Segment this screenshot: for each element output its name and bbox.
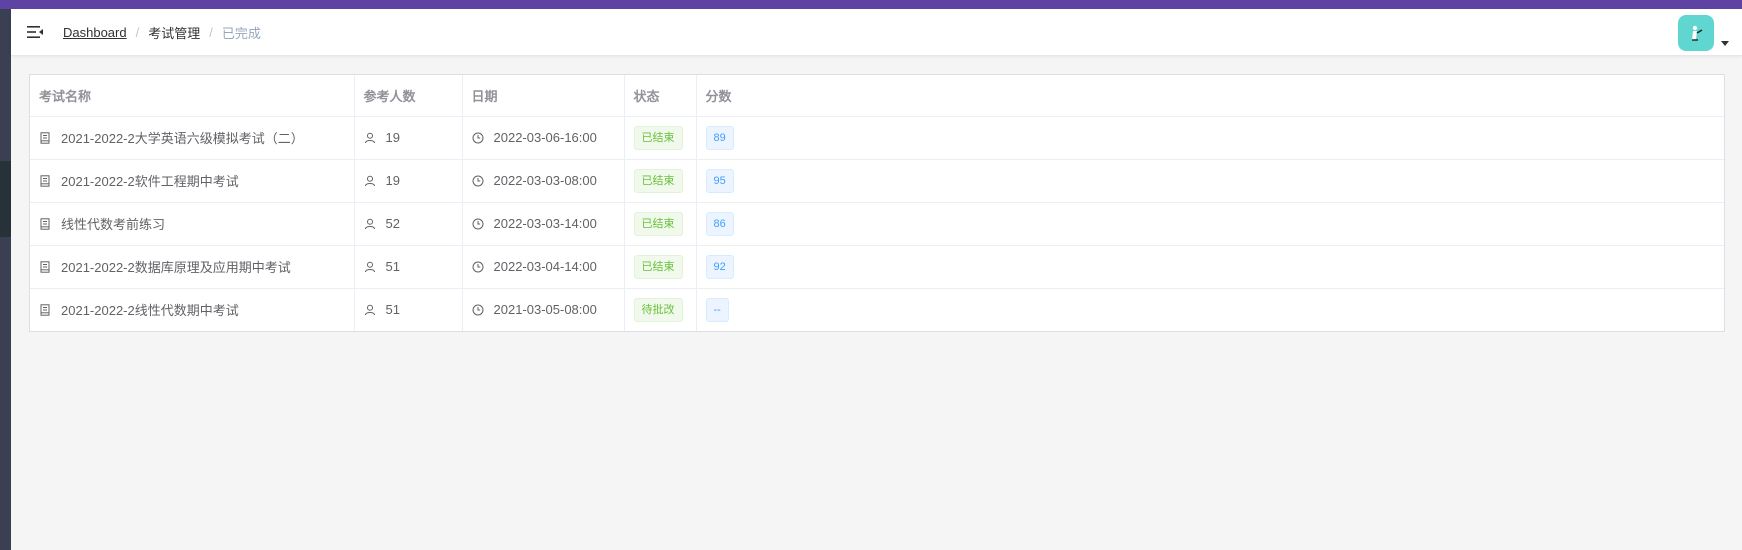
document-icon	[40, 131, 50, 144]
breadcrumb-separator: /	[209, 25, 213, 40]
exam-name: 2021-2022-2大学英语六级模拟考试（二）	[61, 131, 304, 146]
status-cell: 已结束	[624, 245, 697, 289]
navbar: Dashboard / 考试管理 / 已完成	[11, 9, 1742, 56]
status-cell: 待批改	[624, 288, 697, 331]
breadcrumb-current: 已完成	[221, 26, 261, 41]
column-header-status: 状态	[624, 75, 697, 117]
score-cell: 89	[696, 116, 1724, 160]
table-row[interactable]: 线性代数考前练习 52 2022-03-03-14:00 已结束 86	[30, 202, 1724, 246]
date-cell: 2022-03-03-14:00	[462, 202, 625, 246]
status-badge: 已结束	[633, 254, 683, 279]
sidebar-collapsed	[0, 9, 11, 550]
score-badge: --	[705, 297, 729, 322]
status-badge: 已结束	[633, 211, 683, 236]
document-icon	[40, 217, 50, 230]
exam-name-cell: 2021-2022-2大学英语六级模拟考试（二）	[30, 116, 355, 160]
document-icon	[40, 260, 50, 273]
user-icon	[364, 261, 375, 272]
exam-date: 2022-03-03-14:00	[493, 216, 597, 231]
status-cell: 已结束	[624, 116, 697, 160]
breadcrumb: Dashboard / 考试管理 / 已完成	[63, 23, 261, 42]
user-icon	[364, 304, 375, 315]
avatar[interactable]	[1678, 15, 1714, 51]
participants-cell: 51	[354, 288, 463, 331]
table-row[interactable]: 2021-2022-2软件工程期中考试 19 2022-03-03-08:00	[30, 159, 1724, 203]
column-header-date: 日期	[462, 75, 625, 117]
participants-count: 19	[385, 173, 400, 188]
exam-date: 2022-03-06-16:00	[493, 130, 597, 145]
score-badge: 89	[705, 125, 734, 150]
status-badge: 待批改	[633, 297, 683, 322]
table-row[interactable]: 2021-2022-2数据库原理及应用期中考试 51 2022-03-04-14…	[30, 245, 1724, 289]
breadcrumb-dashboard-link[interactable]: Dashboard	[63, 25, 127, 40]
document-icon	[40, 174, 50, 187]
table-row[interactable]: 2021-2022-2大学英语六级模拟考试（二） 19 2022-03-06-1…	[30, 116, 1724, 160]
score-badge: 92	[705, 254, 734, 279]
participants-cell: 19	[354, 116, 463, 160]
exam-table: 考试名称 参考人数 日期 状态 分数 2021-2022-2大学英语六级模拟考试…	[29, 74, 1725, 332]
breadcrumb-separator: /	[135, 25, 140, 40]
column-header-participants: 参考人数	[354, 75, 463, 117]
date-cell: 2021-03-05-08:00	[462, 288, 625, 331]
participants-count: 51	[385, 302, 400, 318]
status-badge: 已结束	[633, 125, 683, 150]
table-row[interactable]: 2021-2022-2线性代数期中考试 51 2021-03-05-08:00	[30, 288, 1724, 331]
exam-date: 2022-03-03-08:00	[493, 173, 597, 188]
status-cell: 已结束	[624, 202, 697, 246]
menu-toggle-icon[interactable]	[26, 23, 44, 41]
document-icon	[40, 304, 50, 316]
date-cell: 2022-03-06-16:00	[462, 116, 625, 160]
score-cell: --	[696, 288, 1724, 331]
date-cell: 2022-03-04-14:00	[462, 245, 625, 289]
participants-cell: 52	[354, 202, 463, 246]
participants-cell: 51	[354, 245, 463, 289]
participants-count: 19	[385, 130, 400, 145]
status-badge: 已结束	[633, 168, 683, 193]
column-header-score: 分数	[696, 75, 1724, 117]
participants-count: 51	[385, 259, 400, 274]
clock-icon	[472, 132, 483, 143]
exam-date: 2022-03-04-14:00	[493, 259, 597, 274]
exam-name-cell: 2021-2022-2软件工程期中考试	[30, 159, 355, 203]
exam-name: 2021-2022-2线性代数期中考试	[61, 303, 239, 319]
sidebar-active-marker	[0, 161, 11, 237]
clock-icon	[472, 261, 483, 272]
exam-name: 2021-2022-2数据库原理及应用期中考试	[61, 260, 291, 275]
avatar-figure-icon	[1692, 25, 1703, 41]
participants-count: 52	[385, 216, 400, 231]
table-header-row: 考试名称 参考人数 日期 状态 分数	[30, 75, 1724, 117]
exam-name-cell: 2021-2022-2数据库原理及应用期中考试	[30, 245, 355, 289]
exam-date: 2021-03-05-08:00	[493, 302, 597, 318]
main-content: Dashboard / 考试管理 / 已完成 考试名称 参考人数 日期 状态 分…	[11, 9, 1742, 550]
clock-icon	[472, 304, 483, 316]
top-accent-bar	[0, 0, 1742, 9]
user-icon	[364, 175, 375, 186]
exam-name-cell: 2021-2022-2线性代数期中考试	[30, 288, 355, 331]
exam-name: 2021-2022-2软件工程期中考试	[61, 174, 239, 189]
score-badge: 86	[705, 211, 734, 236]
breadcrumb-exam-management: 考试管理	[148, 26, 201, 41]
exam-name-cell: 线性代数考前练习	[30, 202, 355, 246]
chevron-down-icon[interactable]	[1721, 41, 1729, 46]
participants-cell: 19	[354, 159, 463, 203]
clock-icon	[472, 218, 483, 229]
clock-icon	[472, 175, 483, 186]
user-icon	[364, 218, 375, 229]
column-header-name: 考试名称	[30, 75, 355, 117]
score-cell: 95	[696, 159, 1724, 203]
date-cell: 2022-03-03-08:00	[462, 159, 625, 203]
user-menu[interactable]	[1678, 15, 1729, 51]
score-cell: 92	[696, 245, 1724, 289]
score-badge: 95	[705, 168, 734, 193]
status-cell: 已结束	[624, 159, 697, 203]
exam-name: 线性代数考前练习	[61, 217, 166, 232]
score-cell: 86	[696, 202, 1724, 246]
user-icon	[364, 132, 375, 143]
